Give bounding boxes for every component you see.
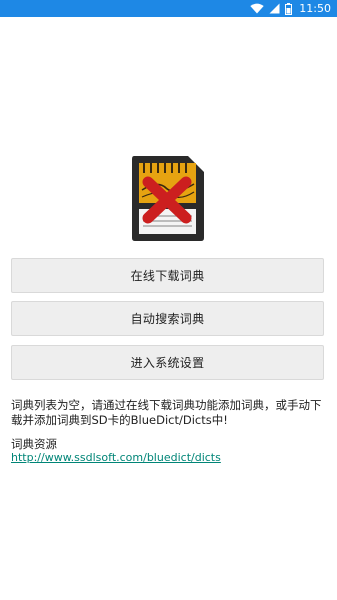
auto-search-dictionary-label: 自动搜索词典 (130, 312, 205, 326)
system-settings-button[interactable]: 进入系统设置 (11, 345, 324, 380)
status-icons: 11:50 (250, 0, 331, 17)
battery-icon (285, 2, 293, 15)
system-settings-label: 进入系统设置 (130, 356, 205, 370)
auto-search-dictionary-button[interactable]: 自动搜索词典 (11, 301, 324, 336)
sd-card-error-icon (132, 156, 204, 241)
download-dictionary-label: 在线下载词典 (130, 269, 205, 283)
empty-dictionary-message: 词典列表为空，请通过在线下载词典功能添加词典，或手动下载并添加词典到SD卡的Bl… (11, 398, 322, 427)
dictionary-resources-link[interactable]: http://www.ssdlsoft.com/bluedict/dicts (11, 451, 221, 465)
status-time: 11:50 (299, 2, 331, 15)
wifi-icon (250, 3, 264, 14)
signal-icon (269, 3, 280, 14)
status-bar: 11:50 (0, 0, 337, 17)
dictionary-resources-title: 词典资源 (11, 437, 57, 451)
download-dictionary-button[interactable]: 在线下载词典 (11, 258, 324, 293)
